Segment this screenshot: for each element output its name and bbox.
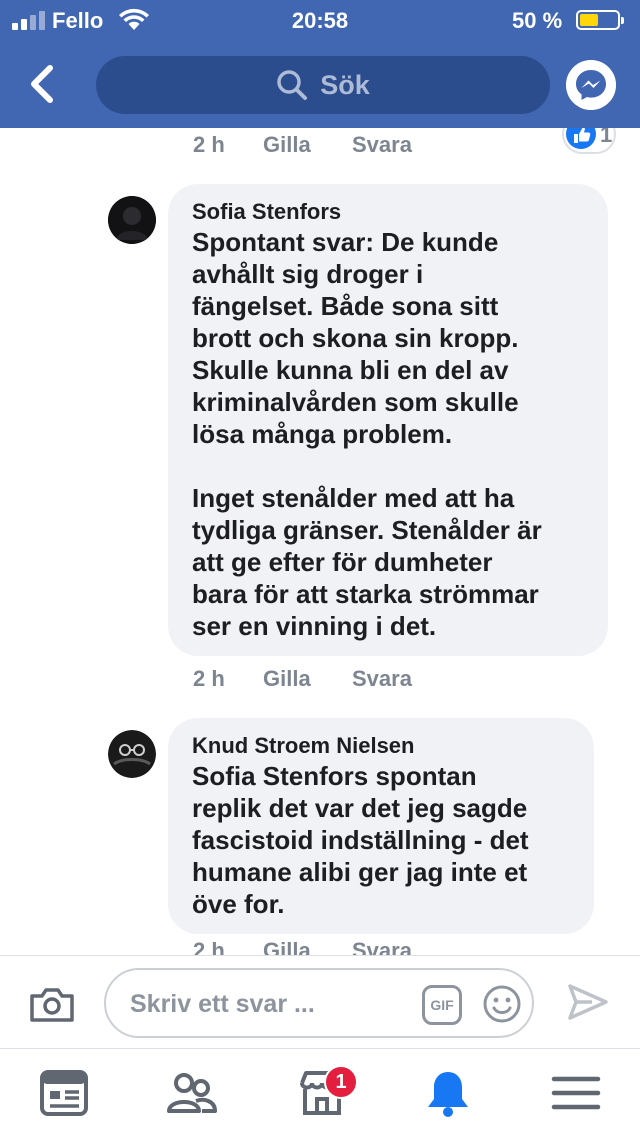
comment-time: 2 h (193, 938, 225, 955)
like-link[interactable]: Gilla (263, 938, 352, 955)
comment-text: Spontant svar: De kunde avhållt sig drog… (192, 227, 542, 641)
emoji-icon[interactable] (482, 984, 522, 1024)
bottom-tab-bar: 1 (0, 1048, 640, 1136)
battery-percent: 50 % (512, 8, 563, 33)
comment-actions-top: 2 h Gilla Svara (193, 132, 412, 158)
reply-input[interactable]: Skriv ett svar ... GIF (104, 968, 534, 1038)
comment-bubble: Knud Stroem Nielsen Sofia Stenfors spont… (168, 718, 594, 934)
marketplace-badge: 1 (324, 1065, 358, 1099)
search-bar[interactable]: Sök (96, 56, 550, 114)
notifications-icon[interactable] (422, 1067, 474, 1119)
comment-author[interactable]: Knud Stroem Nielsen (192, 732, 572, 760)
camera-icon[interactable] (28, 984, 76, 1024)
like-link[interactable]: Gilla (263, 132, 352, 158)
comment-time: 2 h (193, 666, 225, 691)
reaction-count: 1 (600, 128, 613, 147)
send-icon[interactable] (566, 980, 610, 1024)
like-link[interactable]: Gilla (263, 666, 352, 692)
reaction-badge[interactable]: 1 (562, 128, 616, 154)
comment-actions: 2 h Gilla Svara (193, 666, 412, 692)
friends-icon[interactable] (166, 1067, 218, 1119)
comment-actions: 2 h Gilla Svara (193, 938, 412, 955)
reply-composer: Skriv ett svar ... GIF (0, 955, 640, 1048)
comment-bubble: Sofia Stenfors Spontant svar: De kunde a… (168, 184, 608, 656)
comment-time: 2 h (193, 132, 225, 157)
comment-author[interactable]: Sofia Stenfors (192, 198, 586, 226)
news-feed-icon[interactable] (38, 1067, 90, 1119)
reply-link[interactable]: Svara (352, 132, 412, 158)
chevron-left-icon[interactable] (22, 60, 62, 108)
reply-link[interactable]: Svara (352, 666, 412, 692)
gif-label: GIF (430, 997, 454, 1013)
avatar[interactable] (108, 196, 156, 244)
comment-text-block: Sofia Stenfors spontan replik det var de… (192, 760, 572, 920)
avatar[interactable] (108, 730, 156, 778)
reply-link[interactable]: Svara (352, 938, 412, 955)
reply-placeholder: Skriv ett svar ... (130, 990, 315, 1018)
comment-mention[interactable]: Sofia Stenfors (192, 761, 368, 791)
top-header: Fello 20:58 50 % Sök (0, 0, 640, 128)
battery-icon (576, 10, 624, 30)
search-placeholder: Sök (320, 69, 370, 100)
status-bar: Fello 20:58 50 % (0, 0, 640, 40)
messenger-icon[interactable] (566, 60, 616, 110)
gif-button[interactable]: GIF (422, 985, 462, 1025)
search-icon (277, 70, 308, 100)
menu-icon[interactable] (550, 1067, 602, 1119)
